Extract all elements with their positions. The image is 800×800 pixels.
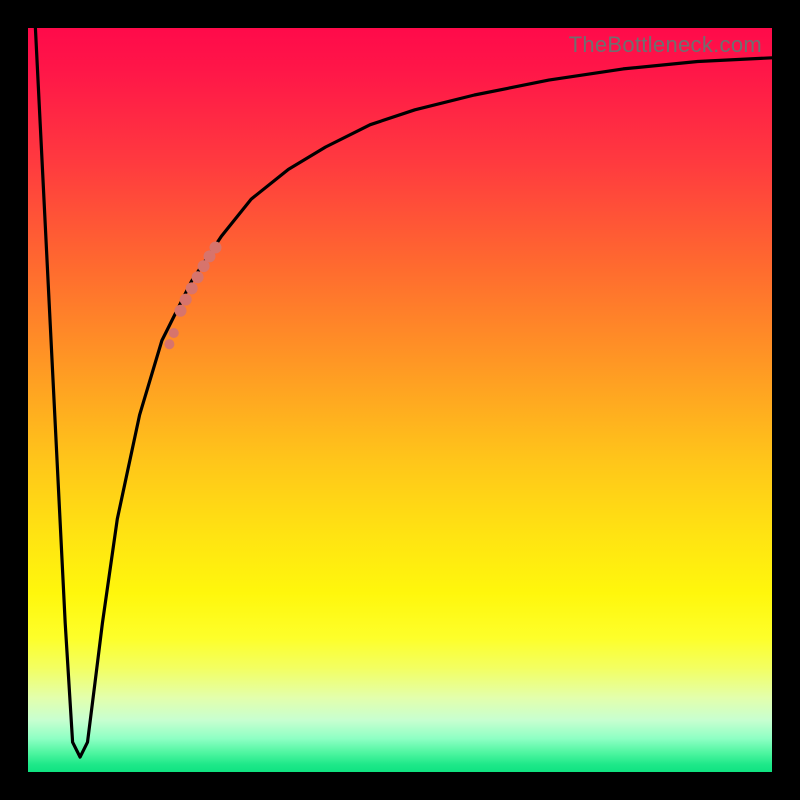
data-marker — [192, 271, 204, 283]
bottleneck-curve — [35, 28, 772, 757]
data-marker — [180, 294, 192, 306]
data-marker — [210, 242, 222, 254]
data-marker — [186, 282, 198, 294]
data-marker — [169, 328, 179, 338]
plot-area: TheBottleneck.com — [28, 28, 772, 772]
data-marker — [164, 339, 174, 349]
curve-svg — [28, 28, 772, 772]
chart-frame: TheBottleneck.com — [0, 0, 800, 800]
marker-group — [164, 242, 221, 350]
data-marker — [175, 305, 187, 317]
